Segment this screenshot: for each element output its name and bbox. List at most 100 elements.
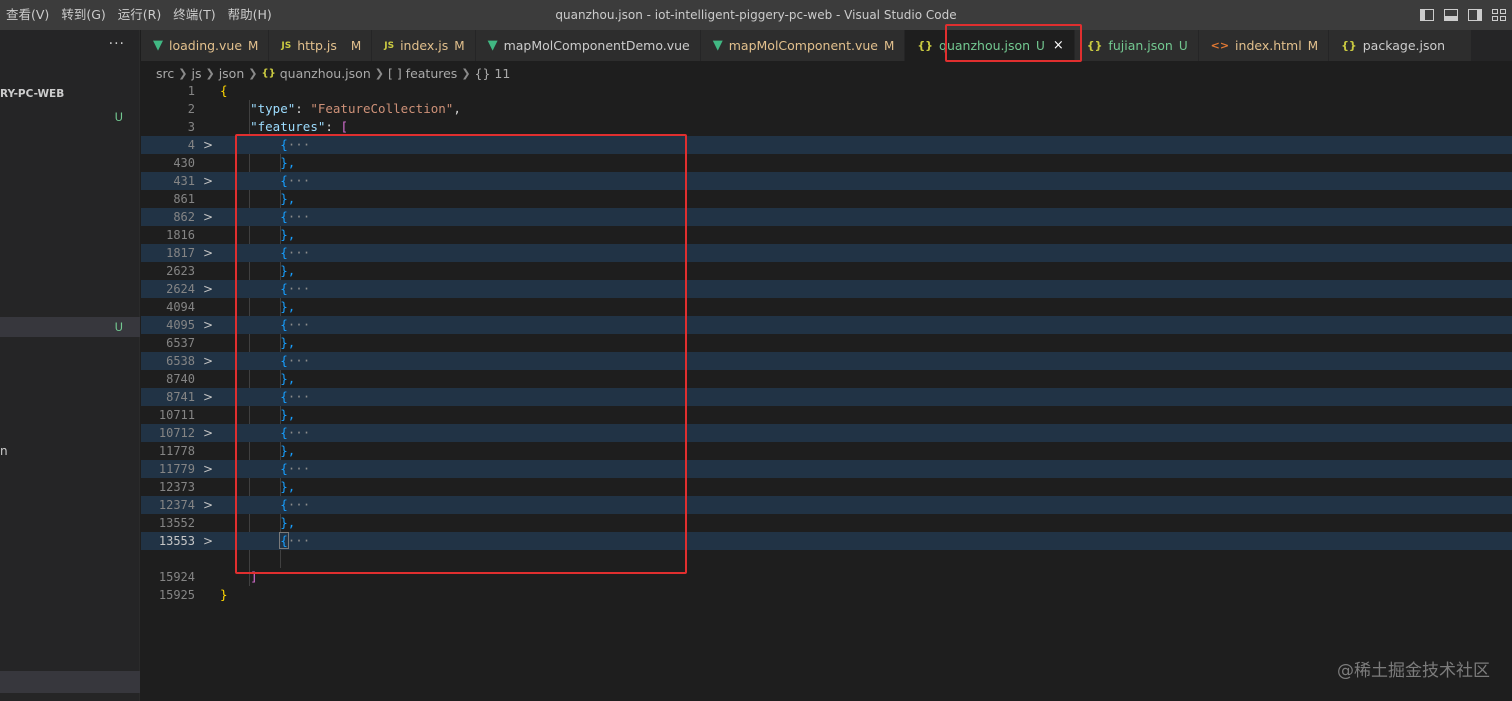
menu-terminal[interactable]: 终端(T) bbox=[167, 0, 221, 30]
line-number: 861 bbox=[173, 192, 195, 206]
line-number: 4094 bbox=[166, 300, 195, 314]
untracked-badge: U bbox=[1178, 38, 1188, 53]
tab-label: index.html bbox=[1235, 38, 1302, 53]
layout-controls bbox=[1420, 0, 1506, 30]
html-file-icon: <> bbox=[1210, 39, 1230, 52]
fold-chevron-icon[interactable]: > bbox=[203, 316, 213, 334]
line-number: 430 bbox=[173, 156, 195, 170]
chevron-right-icon: ❯ bbox=[178, 66, 188, 80]
more-actions-icon[interactable]: ··· bbox=[109, 36, 125, 52]
fold-chevron-icon[interactable]: > bbox=[203, 424, 213, 442]
breadcrumb: src ❯ js ❯ json ❯ {} quanzhou.json ❯ [ ]… bbox=[156, 63, 510, 83]
code-line[interactable]: 15925 } bbox=[141, 586, 1512, 604]
breadcrumb-features[interactable]: [ ] features bbox=[388, 66, 457, 81]
line-number: 1816 bbox=[166, 228, 195, 242]
modified-badge: M bbox=[883, 38, 895, 53]
line-number: 2623 bbox=[166, 264, 195, 278]
chevron-right-icon: ❯ bbox=[248, 66, 258, 80]
line-number: 431 bbox=[173, 174, 195, 188]
tab-index-html[interactable]: <> index.html M bbox=[1198, 30, 1330, 61]
chevron-right-icon: ❯ bbox=[461, 66, 471, 80]
project-folder-label[interactable]: RY-PC-WEB bbox=[0, 88, 64, 100]
line-number: 4 bbox=[187, 138, 195, 152]
fold-chevron-icon[interactable]: > bbox=[203, 352, 213, 370]
tab-label: http.js bbox=[297, 38, 337, 53]
line-number: 6538 bbox=[166, 354, 195, 368]
fold-chevron-icon[interactable]: > bbox=[203, 136, 213, 154]
tab-mapmolcomponent-vue[interactable]: ▼ mapMolComponent.vue M bbox=[700, 30, 906, 61]
js-file-icon: JS bbox=[384, 40, 395, 51]
breadcrumb-js[interactable]: js bbox=[191, 66, 201, 81]
annotation-highlight-tab bbox=[945, 24, 1082, 62]
json-file-icon: {} bbox=[261, 67, 276, 79]
tab-index-js[interactable]: JS index.js M bbox=[372, 30, 476, 61]
fold-chevron-icon[interactable]: > bbox=[203, 532, 213, 550]
line-number: 2624 bbox=[166, 282, 195, 296]
watermark: @稀土掘金技术社区 bbox=[1337, 661, 1490, 681]
line-number: 15924 bbox=[158, 570, 195, 584]
fold-chevron-icon[interactable]: > bbox=[203, 496, 213, 514]
tab-fujian-json[interactable]: {} fujian.json U bbox=[1074, 30, 1199, 61]
customize-layout-icon[interactable] bbox=[1492, 9, 1506, 21]
tab-mapmolcomponentdemo-vue[interactable]: ▼ mapMolComponentDemo.vue bbox=[475, 30, 701, 61]
chevron-right-icon: ❯ bbox=[205, 66, 215, 80]
breadcrumb-json[interactable]: json bbox=[219, 66, 245, 81]
fold-chevron-icon[interactable]: > bbox=[203, 208, 213, 226]
breadcrumb-src[interactable]: src bbox=[156, 66, 174, 81]
toggle-secondary-sidebar-icon[interactable] bbox=[1468, 9, 1482, 21]
line-number: 2 bbox=[187, 102, 195, 116]
breadcrumb-item[interactable]: {} 11 bbox=[475, 66, 511, 81]
menu-bar: 查看(V) 转到(G) 运行(R) 终端(T) 帮助(H) bbox=[0, 0, 278, 30]
json-file-icon: {} bbox=[917, 39, 934, 52]
fold-chevron-icon[interactable]: > bbox=[203, 244, 213, 262]
toggle-primary-sidebar-icon[interactable] bbox=[1420, 9, 1434, 21]
tab-http-js[interactable]: JS http.js M bbox=[269, 30, 373, 61]
line-number: 4095 bbox=[166, 318, 195, 332]
chevron-right-icon: ❯ bbox=[374, 66, 384, 80]
tab-loading-vue[interactable]: ▼ loading.vue M bbox=[141, 30, 270, 61]
line-number: 1 bbox=[187, 84, 195, 98]
menu-run[interactable]: 运行(R) bbox=[112, 0, 167, 30]
sidebar-section-header[interactable] bbox=[0, 671, 140, 693]
file-name-fragment[interactable]: n bbox=[0, 444, 8, 458]
menu-view[interactable]: 查看(V) bbox=[0, 0, 55, 30]
fold-chevron-icon[interactable]: > bbox=[203, 280, 213, 298]
line-number: 13553 bbox=[158, 534, 195, 548]
toggle-panel-icon[interactable] bbox=[1444, 9, 1458, 21]
line-number: 11778 bbox=[158, 444, 195, 458]
fold-chevron-icon[interactable]: > bbox=[203, 460, 213, 478]
modified-badge: M bbox=[454, 38, 465, 53]
tab-label: mapMolComponent.vue bbox=[728, 38, 878, 53]
code-text: "type": "FeatureCollection", bbox=[250, 101, 461, 116]
modified-badge: M bbox=[1307, 38, 1319, 53]
code-text: { bbox=[220, 83, 228, 98]
line-number: 1817 bbox=[166, 246, 195, 260]
tab-label: index.js bbox=[400, 38, 449, 53]
code-line[interactable]: 2 "type": "FeatureCollection", bbox=[141, 100, 1512, 118]
tab-label: package.json bbox=[1362, 38, 1446, 53]
code-line[interactable]: 1 { bbox=[141, 82, 1512, 100]
tab-label: loading.vue bbox=[169, 38, 243, 53]
untracked-badge: U bbox=[114, 110, 123, 124]
line-number: 13552 bbox=[158, 516, 195, 530]
tab-label: fujian.json bbox=[1108, 38, 1173, 53]
tab-label: mapMolComponentDemo.vue bbox=[503, 38, 690, 53]
line-number: 3 bbox=[187, 120, 195, 134]
modified-badge: M bbox=[248, 38, 259, 53]
line-number: 15925 bbox=[158, 588, 195, 602]
menu-help[interactable]: 帮助(H) bbox=[222, 0, 278, 30]
line-number: 8741 bbox=[166, 390, 195, 404]
breadcrumb-file[interactable]: quanzhou.json bbox=[280, 66, 371, 81]
line-number: 10712 bbox=[158, 426, 195, 440]
json-file-icon: {} bbox=[1341, 39, 1357, 52]
line-number: 862 bbox=[173, 210, 195, 224]
fold-chevron-icon[interactable]: > bbox=[203, 388, 213, 406]
menu-go[interactable]: 转到(G) bbox=[55, 0, 111, 30]
tab-package-json[interactable]: {} package.json bbox=[1329, 30, 1473, 61]
untracked-badge: U bbox=[114, 320, 123, 334]
vue-file-icon: ▼ bbox=[487, 38, 498, 53]
fold-chevron-icon[interactable]: > bbox=[203, 172, 213, 190]
editor-tabs: ▼ loading.vue M JS http.js M JS index.js… bbox=[141, 30, 1512, 61]
line-number: 8740 bbox=[166, 372, 195, 386]
line-number: 12373 bbox=[158, 480, 195, 494]
